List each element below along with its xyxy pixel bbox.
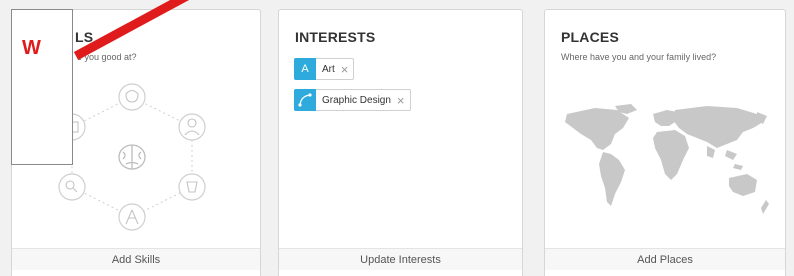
- add-places-button[interactable]: Add Places: [545, 248, 785, 270]
- close-icon[interactable]: ×: [397, 94, 410, 107]
- letter-a-icon: A: [294, 57, 316, 80]
- add-skills-button[interactable]: Add Skills: [12, 248, 260, 270]
- interest-tag-label: Art: [322, 63, 335, 75]
- interests-card: INTERESTS A Art × Graphic Design × Updat…: [278, 9, 523, 276]
- places-subtitle: Where have you and your family lived?: [561, 52, 717, 62]
- close-icon[interactable]: ×: [341, 63, 354, 76]
- update-interests-button[interactable]: Update Interests: [279, 248, 522, 270]
- skills-card: LS e you good at? Add Skills W: [11, 0, 261, 276]
- profile-cards: LS e you good at? Add Skills W INTERESTS…: [0, 0, 794, 276]
- places-title: PLACES: [561, 29, 619, 45]
- brain-icon: [118, 144, 146, 170]
- interests-title: INTERESTS: [295, 29, 376, 45]
- skills-illustration: [58, 83, 206, 231]
- overlay-panel: W: [11, 9, 73, 165]
- overlay-letter: W: [22, 37, 41, 59]
- bezier-curve-icon: [294, 88, 316, 111]
- places-card: PLACES Where have you and your family li…: [544, 9, 786, 276]
- interest-tag-art[interactable]: A Art ×: [294, 57, 355, 80]
- red-slash-mark: [73, 0, 190, 60]
- interest-tag-label: Graphic Design: [322, 94, 391, 106]
- world-map-illustration: [565, 104, 769, 214]
- interest-tag-graphic-design[interactable]: Graphic Design ×: [294, 88, 411, 111]
